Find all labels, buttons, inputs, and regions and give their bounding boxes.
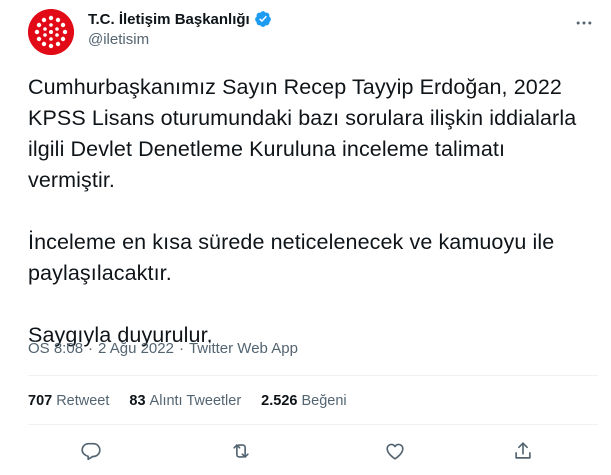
like-button[interactable] [380, 436, 410, 466]
logo-icon [28, 9, 74, 55]
meta-separator: · [178, 340, 184, 357]
retweets-label: Retweet [56, 393, 110, 409]
tweet-meta: ÖS 8:08 · 2 Ağu 2022 · Twitter Web App [28, 340, 298, 357]
reply-button[interactable] [76, 436, 106, 466]
tweet-card: T.C. İletişim Başkanlığı @iletisim Cumhu… [0, 0, 611, 475]
tweet-stats: 707 Retweet 83 Alıntı Tweetler 2.526 Beğeni [28, 393, 347, 409]
quotes-stat[interactable]: 83 Alıntı Tweetler [129, 393, 241, 409]
tweet-time[interactable]: ÖS 8:08 [28, 340, 83, 357]
tweet-source[interactable]: Twitter Web App [189, 340, 298, 357]
account-name-row: T.C. İletişim Başkanlığı [88, 10, 272, 28]
divider [28, 375, 598, 376]
avatar[interactable] [28, 9, 74, 55]
quotes-count: 83 [129, 393, 146, 409]
retweet-icon [233, 444, 249, 458]
meta-separator: · [88, 340, 94, 357]
reply-icon [81, 442, 101, 461]
more-icon [576, 21, 592, 25]
account-handle[interactable]: @iletisim [88, 31, 149, 48]
likes-count: 2.526 [261, 393, 298, 409]
share-button[interactable] [508, 436, 538, 466]
retweet-button[interactable] [226, 436, 256, 466]
more-options-button[interactable] [571, 10, 597, 36]
divider [28, 424, 598, 425]
likes-label: Beğeni [301, 393, 347, 409]
display-name[interactable]: T.C. İletişim Başkanlığı [88, 11, 250, 28]
verified-badge-icon [254, 10, 272, 28]
retweets-count: 707 [28, 393, 53, 409]
action-bar [28, 436, 598, 466]
quotes-label: Alıntı Tweetler [149, 393, 242, 409]
tweet-date[interactable]: 2 Ağu 2022 [98, 340, 174, 357]
tweet-text: Cumhurbaşkanımız Sayın Recep Tayyip Erdo… [28, 75, 577, 347]
retweets-stat[interactable]: 707 Retweet [28, 393, 109, 409]
like-icon [386, 443, 404, 460]
likes-stat[interactable]: 2.526 Beğeni [261, 393, 346, 409]
share-icon [515, 442, 531, 459]
